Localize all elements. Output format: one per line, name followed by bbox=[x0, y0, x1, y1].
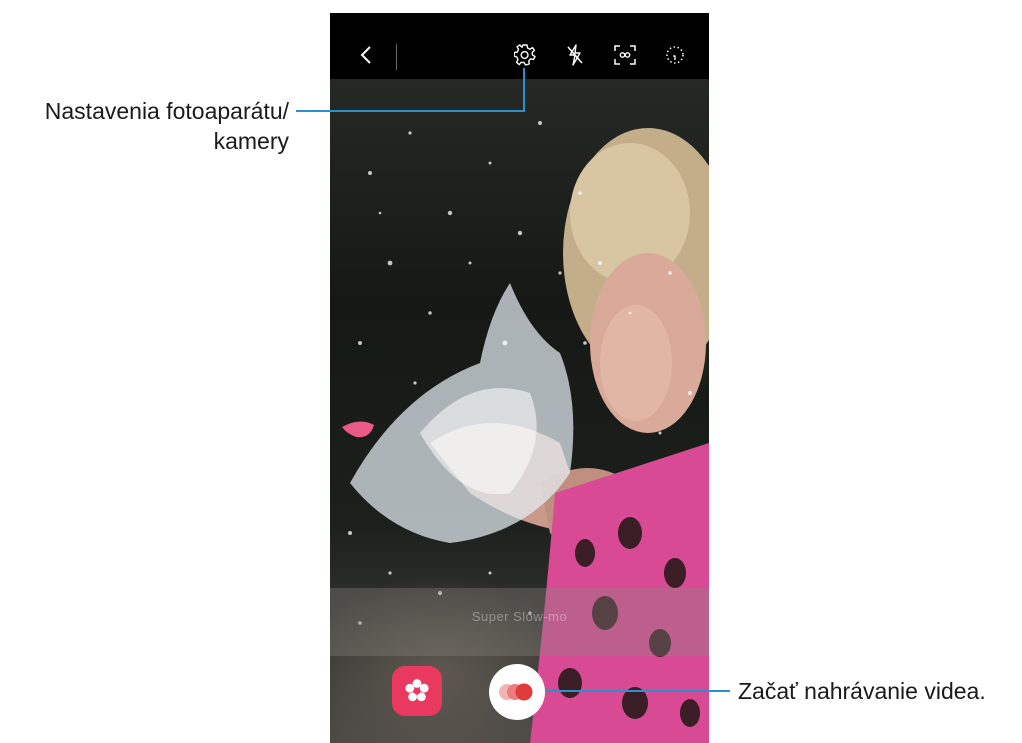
focus-frame-icon bbox=[614, 45, 636, 65]
camera-screen: Super Slow-mo bbox=[330, 13, 709, 743]
chevron-left-icon bbox=[360, 46, 371, 64]
camera-top-bar bbox=[330, 13, 709, 79]
timer-icon bbox=[666, 46, 684, 64]
settings-leader-vertical bbox=[523, 68, 525, 112]
flower-icon bbox=[405, 679, 429, 702]
super-slow-mo-record-icon bbox=[499, 683, 533, 701]
record-callout-label: Začať nahrávanie videa. bbox=[738, 678, 986, 704]
flash-off-icon bbox=[567, 44, 583, 66]
record-leader-line bbox=[546, 690, 730, 692]
effect-button[interactable] bbox=[392, 666, 442, 716]
settings-callout-label: Nastavenia fotoaparátu/ kamery bbox=[44, 98, 289, 154]
timer-button[interactable] bbox=[660, 40, 690, 70]
mode-overlay-text: Super Slow-mo bbox=[471, 609, 568, 624]
back-button[interactable] bbox=[352, 40, 382, 70]
settings-leader-horizontal bbox=[296, 110, 524, 112]
flash-button[interactable] bbox=[560, 40, 590, 70]
settings-button[interactable] bbox=[510, 40, 540, 70]
top-bar-divider bbox=[396, 44, 397, 70]
focus-mode-button[interactable] bbox=[610, 40, 640, 70]
gear-icon bbox=[514, 44, 536, 66]
record-button[interactable] bbox=[489, 664, 545, 720]
